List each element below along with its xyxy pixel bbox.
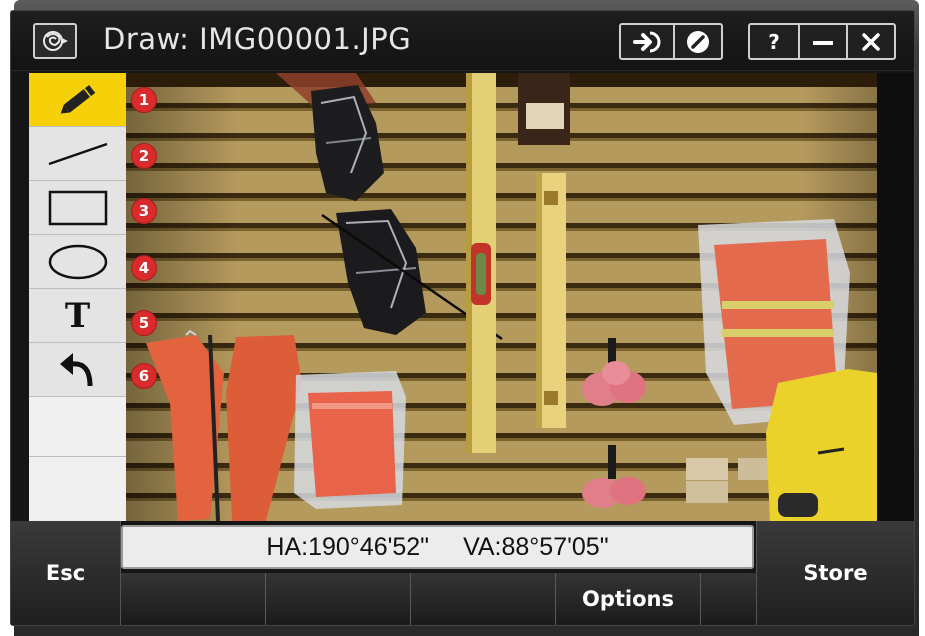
pencil-icon — [60, 84, 95, 114]
bottom-bar: Esc HA:190°46'52" VA:88°57'05" Options S… — [11, 521, 914, 625]
softkey-empty-3[interactable] — [411, 573, 556, 625]
softkey-empty-2[interactable] — [266, 573, 411, 625]
options-button[interactable]: Options — [556, 573, 701, 625]
no-entry-icon — [687, 30, 709, 53]
window-title: Draw: IMG00001.JPG — [103, 22, 412, 56]
tool-number-badge: 6 — [131, 363, 157, 389]
rectangle-tool[interactable] — [29, 181, 126, 235]
close-button[interactable] — [846, 25, 894, 58]
softkey-empty-5[interactable] — [701, 573, 756, 625]
ellipse-tool[interactable] — [29, 235, 126, 289]
tool-slot-empty — [29, 397, 126, 457]
enter-button[interactable] — [621, 25, 673, 58]
store-button[interactable]: Store — [756, 521, 914, 625]
tool-number-badge: 4 — [131, 255, 157, 281]
angle-readout: HA:190°46'52" VA:88°57'05" — [121, 525, 754, 569]
rose-logo-icon — [43, 31, 68, 51]
text-icon: T — [64, 295, 91, 336]
close-icon — [862, 32, 880, 51]
line-tool[interactable] — [29, 127, 126, 181]
text-tool[interactable]: T — [29, 289, 126, 343]
drawing-canvas[interactable] — [126, 73, 877, 521]
rectangle-icon — [48, 190, 107, 225]
undo-icon — [59, 352, 92, 386]
help-button[interactable]: ? — [750, 25, 798, 58]
undo-tool[interactable] — [29, 343, 126, 397]
softkey-empty-1[interactable] — [121, 573, 266, 625]
titlebar-action-group — [619, 23, 723, 60]
titlebar-window-group: ? — [748, 23, 896, 60]
ellipse-icon — [48, 244, 107, 279]
minimize-button[interactable] — [798, 25, 846, 58]
line-icon — [48, 142, 107, 165]
minimize-icon — [813, 40, 833, 45]
tool-palette: T — [29, 73, 126, 521]
photo-image — [126, 73, 877, 521]
tool-number-badge: 1 — [131, 87, 157, 113]
tool-number-badge: 5 — [131, 310, 157, 336]
draw-window: Draw: IMG00001.JPG ? T 1 2 3 4 5 6 Esc H… — [10, 10, 915, 626]
enter-arrow-icon — [633, 31, 661, 52]
title-bar: Draw: IMG00001.JPG ? — [11, 11, 914, 71]
pencil-tool[interactable] — [29, 73, 126, 127]
cancel-measure-button[interactable] — [673, 25, 721, 58]
softkey-row: Options — [121, 573, 756, 625]
horizontal-angle: HA:190°46'52" — [266, 532, 430, 561]
esc-button[interactable]: Esc — [11, 521, 121, 625]
app-menu-button[interactable] — [33, 23, 77, 59]
tool-number-badge: 3 — [131, 198, 157, 224]
vertical-angle: VA:88°57'05" — [463, 532, 609, 561]
tool-number-badge: 2 — [131, 143, 157, 169]
tool-slot-empty — [29, 457, 126, 521]
canvas-side-margin — [877, 73, 914, 521]
